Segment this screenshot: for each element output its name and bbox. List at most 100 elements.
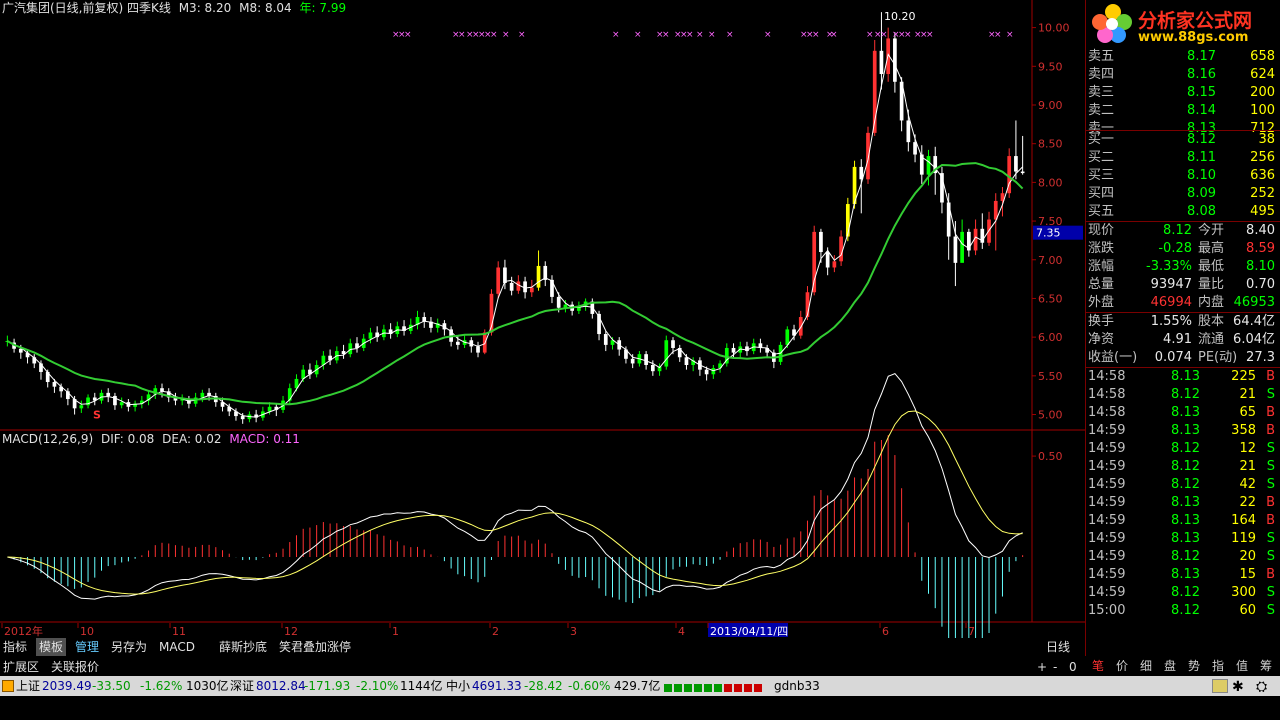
stat-value: 8.12 (1163, 223, 1192, 238)
tick-time: 14:59 (1088, 567, 1126, 582)
tray-network-icon[interactable]: ⛭ (1256, 677, 1267, 697)
period-label[interactable]: 日线 (1046, 638, 1070, 656)
candle-body (960, 231, 964, 263)
logo-text: 分析家公式网 (1138, 10, 1253, 32)
tick-row[interactable]: 14:59 8.13 358 B (1086, 422, 1279, 440)
tray-battery-icon[interactable] (1212, 679, 1228, 693)
user-name[interactable]: gdnb33 (774, 676, 820, 696)
tick-row[interactable]: 14:59 8.13 164 B (1086, 512, 1279, 530)
buy-level-row[interactable]: 买四 8.09 252 (1086, 185, 1279, 203)
tick-row[interactable]: 14:58 8.13 225 B (1086, 368, 1279, 386)
candle-body (731, 347, 736, 353)
tick-volume: 12 (1239, 441, 1256, 456)
candle-body (953, 236, 958, 263)
tick-row[interactable]: 15:00 8.12 60 S (1086, 602, 1279, 620)
tick-volume: 21 (1239, 459, 1256, 474)
sell-level-row[interactable]: 卖三 8.15 200 (1086, 84, 1279, 102)
sh-label[interactable]: 上证 (16, 676, 40, 696)
candle-body (913, 142, 917, 155)
fundamental-row[interactable]: 收益(一) 0.074 PE(动) 27.3 (1086, 349, 1279, 367)
side-tab[interactable]: 值 (1231, 658, 1253, 674)
fund-label: 净资 (1088, 332, 1115, 347)
side-tab[interactable]: 细 (1135, 658, 1157, 674)
side-tab[interactable]: 指 (1207, 658, 1229, 674)
kline-chart-area[interactable]: 10.00 9.50 9.00 8.50 8.00 7.50 7.00 6.50 6.00 5.5… (0, 0, 1085, 668)
tick-row[interactable]: 14:58 8.13 65 B (1086, 404, 1279, 422)
candle-body (496, 267, 501, 294)
tick-side: S (1266, 549, 1275, 564)
tick-price: 8.13 (1171, 567, 1200, 582)
tick-row[interactable]: 14:59 8.12 300 S (1086, 584, 1279, 602)
level-price: 8.17 (1187, 49, 1216, 64)
tick-row[interactable]: 14:59 8.13 15 B (1086, 566, 1279, 584)
tick-row[interactable]: 14:59 8.13 22 B (1086, 494, 1279, 512)
extension-tab[interactable]: 关联报价 (48, 658, 102, 676)
fund-label: 股本 (1198, 314, 1225, 329)
ma3-line (7, 53, 1023, 418)
level-volume: 256 (1250, 150, 1275, 165)
candle-body (455, 341, 460, 345)
side-tab[interactable]: 筹 (1255, 658, 1277, 674)
tick-row[interactable]: 14:59 8.13 119 S (1086, 530, 1279, 548)
sell-level-row[interactable]: 卖五 8.17 658 (1086, 48, 1279, 66)
tick-row[interactable]: 14:59 8.12 20 S (1086, 548, 1279, 566)
quote-stat-row[interactable]: 现价 8.12 今开 8.40 (1086, 222, 1279, 240)
indicator-tab[interactable]: 指标 (0, 638, 30, 656)
indicator-tab[interactable]: 薛斯抄底 (216, 638, 270, 656)
side-tab[interactable]: 价 (1111, 658, 1133, 674)
level-price: 8.14 (1187, 103, 1216, 118)
tick-row[interactable]: 14:59 8.12 21 S (1086, 458, 1279, 476)
stat-value: 0.70 (1246, 277, 1275, 292)
zx-label[interactable]: 中小 (446, 676, 470, 696)
tick-volume: 164 (1231, 513, 1256, 528)
side-tab[interactable]: 盘 (1159, 658, 1181, 674)
quote-stat-row[interactable]: 总量 93947 量比 0.70 (1086, 276, 1279, 294)
zoom-control-button[interactable]: + (1034, 658, 1050, 676)
quote-stat-row[interactable]: 外盘 46994 内盘 46953 (1086, 294, 1279, 312)
tick-time: 14:59 (1088, 441, 1126, 456)
zoom-control-button[interactable]: - (1050, 658, 1060, 676)
side-tab[interactable]: 势 (1183, 658, 1205, 674)
buy-level-row[interactable]: 买三 8.10 636 (1086, 167, 1279, 185)
fundamental-row[interactable]: 净资 4.91 流通 6.04亿 (1086, 331, 1279, 349)
indicator-tab[interactable]: MACD (156, 638, 198, 656)
candle-body (825, 252, 830, 268)
indicator-tab[interactable]: 模板 (36, 638, 67, 656)
tray-signal-icon[interactable]: ✱ (1232, 677, 1244, 697)
x-tick-label: 7 (968, 625, 975, 638)
level-volume: 636 (1250, 168, 1275, 183)
indicator-tab[interactable]: 另存为 (108, 638, 150, 656)
buy-level-row[interactable]: 买一 8.12 38 (1086, 131, 1279, 149)
side-tab[interactable]: 笔 (1087, 658, 1109, 674)
chart-canvas[interactable]: 10.009.509.008.508.007.507.006.506.005.5… (0, 0, 1085, 668)
quote-stat-row[interactable]: 涨幅 -3.33% 最低 8.10 (1086, 258, 1279, 276)
tick-price: 8.12 (1171, 441, 1200, 456)
signal-cross-marker: × (764, 30, 772, 40)
extension-tab[interactable]: 扩展区 (0, 658, 42, 676)
quote-stat-row[interactable]: 涨跌 -0.28 最高 8.59 (1086, 240, 1279, 258)
sell-level-row[interactable]: 卖二 8.14 100 (1086, 102, 1279, 120)
fundamental-row[interactable]: 换手 1.55% 股本 64.4亿 (1086, 313, 1279, 331)
stat-value: 8.59 (1246, 241, 1275, 256)
breadth-cell (664, 684, 672, 692)
signal-cross-marker: × (686, 30, 694, 40)
stat-value: 93947 (1150, 277, 1192, 292)
ma-slow-line (6, 162, 1024, 406)
sell-level-row[interactable]: 卖四 8.16 624 (1086, 66, 1279, 84)
candle-body (839, 236, 843, 262)
tick-row[interactable]: 14:59 8.12 42 S (1086, 476, 1279, 494)
buy-level-row[interactable]: 买二 8.11 256 (1086, 149, 1279, 167)
buy-level-row[interactable]: 买五 8.08 495 (1086, 203, 1279, 221)
stock-title: 广汽集团(日线,前复权) 四季K线 (2, 1, 171, 15)
indicator-tab[interactable]: 笑君叠加涨停 (276, 638, 354, 656)
x-tick-label: 3 (570, 625, 577, 638)
zx-amount: 429.7亿 (614, 679, 661, 693)
candle-body (906, 120, 911, 143)
tick-row[interactable]: 14:58 8.12 21 S (1086, 386, 1279, 404)
zoom-control-button[interactable]: 0 (1066, 658, 1080, 676)
tick-row[interactable]: 14:59 8.12 12 S (1086, 440, 1279, 458)
tick-price: 8.12 (1171, 585, 1200, 600)
indicator-tab[interactable]: 管理 (72, 638, 102, 656)
sz-label[interactable]: 深证 (230, 676, 254, 696)
peak-price-label: 10.20 (884, 10, 916, 23)
